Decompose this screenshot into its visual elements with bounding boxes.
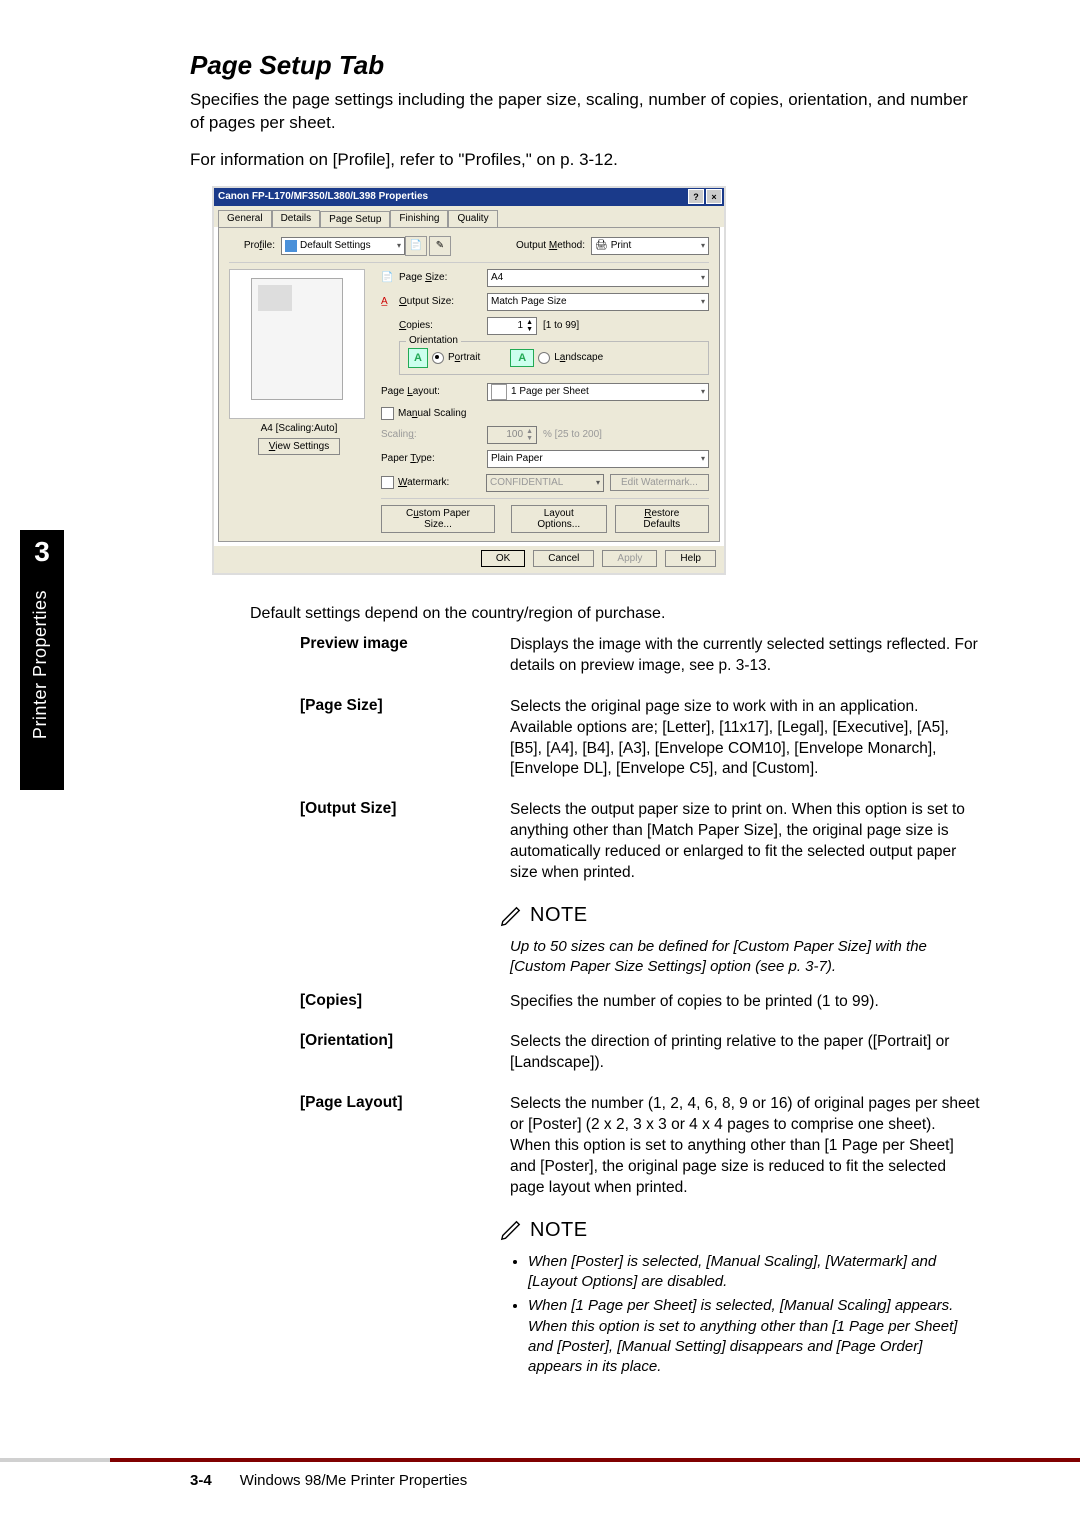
profile-value: Default Settings [300, 240, 371, 251]
dialog-title: Canon FP-L170/MF350/L380/L398 Properties [218, 191, 428, 202]
note-label-2: NOTE [530, 1219, 588, 1242]
intro-paragraph-2: For information on [Profile], refer to "… [190, 149, 980, 172]
dialog-titlebar: Canon FP-L170/MF350/L380/L398 Properties… [214, 188, 724, 206]
page-number: 3-4 [190, 1472, 212, 1489]
profile-label: Profile: [229, 240, 281, 251]
watermark-checkbox[interactable] [381, 476, 394, 489]
desc-output-size: Selects the output paper size to print o… [510, 800, 980, 884]
paper-type-value: Plain Paper [491, 453, 543, 464]
profile-add-icon[interactable]: 📄 [405, 236, 427, 256]
manual-scaling-checkbox[interactable] [381, 407, 394, 420]
page-size-value: A4 [491, 272, 503, 283]
scaling-range: % [25 to 200] [543, 429, 602, 440]
note2-bullet-1: When [Poster] is selected, [Manual Scali… [528, 1252, 980, 1293]
landscape-label: Landscape [554, 352, 603, 363]
defaults-depend-note: Default settings depend on the country/r… [250, 605, 980, 623]
custom-paper-size-button[interactable]: Custom Paper Size... [381, 505, 495, 533]
term-output-size: [Output Size] [300, 800, 510, 884]
output-size-icon: A̲ [381, 296, 399, 307]
scaling-label: Scaling: [381, 429, 487, 440]
page-layout-value: 1 Page per Sheet [511, 386, 589, 397]
output-size-combo[interactable]: Match Page Size▾ [487, 293, 709, 311]
titlebar-help-button[interactable]: ? [688, 189, 704, 204]
note-body-2: When [Poster] is selected, [Manual Scali… [510, 1252, 980, 1378]
definitions-table: Preview image Displays the image with th… [300, 635, 980, 884]
restore-defaults-button[interactable]: Restore Defaults [615, 505, 709, 533]
ok-button[interactable]: OK [481, 550, 525, 567]
page-layout-combo[interactable]: 1 Page per Sheet ▾ [487, 383, 709, 401]
desc-page-size: Selects the original page size to work w… [510, 697, 980, 781]
dialog-tabs: General Details Page Setup Finishing Qua… [214, 206, 724, 227]
preview-image [229, 269, 365, 419]
note-icon-2 [500, 1219, 522, 1241]
watermark-value: CONFIDENTIAL [490, 477, 563, 488]
section-heading: Page Setup Tab [190, 50, 980, 81]
cancel-button[interactable]: Cancel [533, 550, 594, 567]
page-footer: 3-4 Windows 98/Me Printer Properties [0, 1458, 1080, 1489]
output-method-label: Output Method: [516, 240, 591, 251]
help-button[interactable]: Help [665, 550, 716, 567]
preview-caption: A4 [Scaling:Auto] [229, 423, 369, 434]
note-body-1: Up to 50 sizes can be defined for [Custo… [510, 937, 980, 978]
term-copies: [Copies] [300, 992, 510, 1013]
note2-bullet-2: When [1 Page per Sheet] is selected, [Ma… [528, 1296, 980, 1377]
term-page-layout: [Page Layout] [300, 1094, 510, 1199]
manual-scaling-label: Manual Scaling [398, 408, 466, 419]
portrait-radio[interactable] [432, 352, 444, 364]
page-layout-label: Page Layout: [381, 386, 487, 397]
portrait-label: Portrait [448, 352, 480, 363]
desc-preview-image: Displays the image with the currently se… [510, 635, 980, 677]
profile-icon [285, 240, 297, 252]
properties-dialog: Canon FP-L170/MF350/L380/L398 Properties… [212, 186, 726, 575]
tab-finishing[interactable]: Finishing [390, 210, 448, 227]
titlebar-close-button[interactable]: × [706, 189, 722, 204]
output-size-value: Match Page Size [491, 296, 567, 307]
output-method-combo[interactable]: 🖨 Print ▾ [591, 237, 709, 255]
term-orientation: [Orientation] [300, 1032, 510, 1074]
orientation-group-label: Orientation [406, 335, 461, 346]
desc-copies: Specifies the number of copies to be pri… [510, 992, 980, 1013]
note-label-1: NOTE [530, 904, 588, 927]
watermark-label: Watermark: [398, 477, 486, 488]
paper-type-label: Paper Type: [381, 453, 487, 464]
page-size-label: Page Size: [399, 272, 487, 283]
tab-page-setup[interactable]: Page Setup [320, 211, 390, 228]
landscape-icon: A [510, 349, 534, 367]
tab-quality[interactable]: Quality [448, 210, 497, 227]
tab-details[interactable]: Details [272, 210, 321, 227]
intro-paragraph-1: Specifies the page settings including th… [190, 89, 980, 135]
scaling-value: 100 [506, 429, 523, 440]
copies-range: [1 to 99] [543, 320, 579, 331]
apply-button: Apply [602, 550, 657, 567]
note-icon [500, 905, 522, 927]
copies-value: 1 [518, 320, 524, 331]
tab-general[interactable]: General [218, 210, 272, 227]
profile-edit-icon[interactable]: ✎ [429, 236, 451, 256]
watermark-combo: CONFIDENTIAL▾ [486, 474, 604, 492]
copies-label: Copies: [399, 320, 487, 331]
view-settings-button[interactable]: View Settings [258, 438, 340, 455]
printer-icon: 🖨 [595, 240, 608, 251]
scaling-input: 100 ▲▼ [487, 426, 537, 444]
page-layout-icon [491, 384, 507, 400]
footer-text: Windows 98/Me Printer Properties [240, 1472, 468, 1489]
profile-combo[interactable]: Default Settings ▾ [281, 237, 405, 255]
paper-type-combo[interactable]: Plain Paper▾ [487, 450, 709, 468]
term-preview-image: Preview image [300, 635, 510, 677]
page-size-icon: 📄 [381, 272, 399, 283]
desc-page-layout: Selects the number (1, 2, 4, 6, 8, 9 or … [510, 1094, 980, 1199]
portrait-icon: A [408, 348, 428, 368]
layout-options-button[interactable]: Layout Options... [511, 505, 607, 533]
output-method-value: Print [611, 240, 632, 251]
copies-input[interactable]: 1 ▲▼ [487, 317, 537, 335]
term-page-size: [Page Size] [300, 697, 510, 781]
landscape-radio[interactable] [538, 352, 550, 364]
edit-watermark-button: Edit Watermark... [610, 474, 709, 491]
output-size-label: Output Size: [399, 296, 487, 307]
desc-orientation: Selects the direction of printing relati… [510, 1032, 980, 1074]
page-size-combo[interactable]: A4▾ [487, 269, 709, 287]
